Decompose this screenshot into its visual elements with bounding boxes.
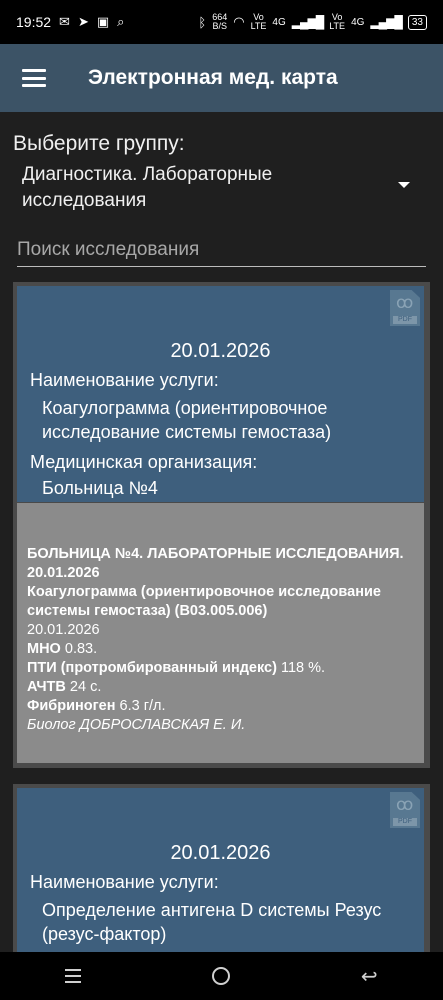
signal-icon-2: ▂▄▆█ bbox=[370, 15, 402, 29]
service-label: Наименование услуги: bbox=[30, 872, 219, 892]
group-select[interactable]: Диагностика. Лабораторные исследования bbox=[22, 162, 422, 214]
group-label: Выберите группу: bbox=[13, 132, 185, 155]
dropdown-arrow-icon bbox=[398, 182, 410, 188]
status-bar: 19:52 ✉ ➤ ▣ ⌕ ᛒ 664 B/S ◠ Vo LTE 4G ▂▄▆█… bbox=[0, 0, 443, 44]
back-icon[interactable]: ↩ bbox=[361, 964, 378, 989]
telegram-icon: ➤ bbox=[77, 14, 89, 29]
pdf-icon[interactable]: ꝏ PDF bbox=[390, 290, 420, 326]
wifi-icon: ◠ bbox=[233, 14, 245, 29]
home-icon[interactable] bbox=[212, 967, 231, 985]
result-row: АЧТВ 24 с. bbox=[27, 679, 102, 695]
search-status-icon: ⌕ bbox=[117, 14, 125, 29]
network-type-2: 4G bbox=[351, 16, 365, 28]
recent-apps-icon[interactable] bbox=[65, 969, 82, 983]
search-field[interactable] bbox=[17, 236, 426, 267]
main-content[interactable]: Выберите группу: Диагностика. Лабораторн… bbox=[0, 112, 443, 952]
service-name: Определение антигена D системы Резус (ре… bbox=[42, 900, 382, 944]
card-date: 20.01.2026 bbox=[170, 340, 271, 362]
net-speed: 664 B/S bbox=[212, 12, 228, 31]
card-date: 20.01.2026 bbox=[170, 842, 271, 864]
volte-badge-2: Vo LTE bbox=[329, 12, 346, 31]
result-row: МНО 0.83. bbox=[27, 641, 98, 657]
signal-icon-1: ▂▄▆█ bbox=[291, 15, 324, 29]
record-card[interactable]: ꝏ PDF 20.01.2026 Наименование услуги: Ко… bbox=[13, 282, 430, 768]
bluetooth-icon: ᛒ bbox=[198, 14, 207, 30]
battery-icon: 33 bbox=[407, 14, 427, 30]
card-header[interactable]: ꝏ PDF 20.01.2026 Наименование услуги: Ко… bbox=[17, 286, 424, 502]
record-card[interactable]: ꝏ PDF 20.01.2026 Наименование услуги: Оп… bbox=[13, 784, 430, 952]
card-details: БОЛЬНИЦА №4. ЛАБОРАТОРНЫЕ ИССЛЕДОВАНИЯ. … bbox=[17, 503, 424, 763]
volte-badge-1: Vo LTE bbox=[250, 12, 267, 31]
app-bar: Электронная мед. карта bbox=[0, 44, 443, 112]
group-selected-value: Диагностика. Лабораторные исследования bbox=[22, 164, 273, 211]
details-header: БОЛЬНИЦА №4. ЛАБОРАТОРНЫЕ ИССЛЕДОВАНИЯ. … bbox=[27, 546, 404, 581]
clock: 19:52 bbox=[16, 14, 52, 30]
mail-icon: ✉ bbox=[59, 14, 70, 29]
details-date: 20.01.2026 bbox=[27, 622, 100, 638]
details-signature: Биолог ДОБРОСЛАВСКАЯ Е. И. bbox=[27, 717, 246, 733]
result-row: Фибриноген 6.3 г/л. bbox=[27, 698, 166, 714]
app-icon: ▣ bbox=[96, 14, 110, 29]
page-title: Электронная мед. карта bbox=[88, 66, 338, 89]
org-name: Больница №4 bbox=[42, 478, 158, 498]
pdf-icon[interactable]: ꝏ PDF bbox=[390, 792, 420, 828]
hamburger-menu-icon[interactable] bbox=[22, 69, 46, 87]
org-label: Медицинская организация: bbox=[30, 452, 258, 472]
system-nav-bar: ↩ bbox=[0, 952, 443, 1000]
service-name: Коагулограмма (ориентировочное исследова… bbox=[42, 398, 332, 442]
card-header[interactable]: ꝏ PDF 20.01.2026 Наименование услуги: Оп… bbox=[17, 788, 424, 952]
details-test-name: Коагулограмма (ориентировочное исследова… bbox=[27, 584, 381, 619]
network-type-1: 4G bbox=[272, 16, 286, 28]
service-label: Наименование услуги: bbox=[30, 370, 219, 390]
search-input[interactable] bbox=[17, 236, 426, 264]
result-row: ПТИ (протромбированный индекс) 118 %. bbox=[27, 660, 326, 676]
